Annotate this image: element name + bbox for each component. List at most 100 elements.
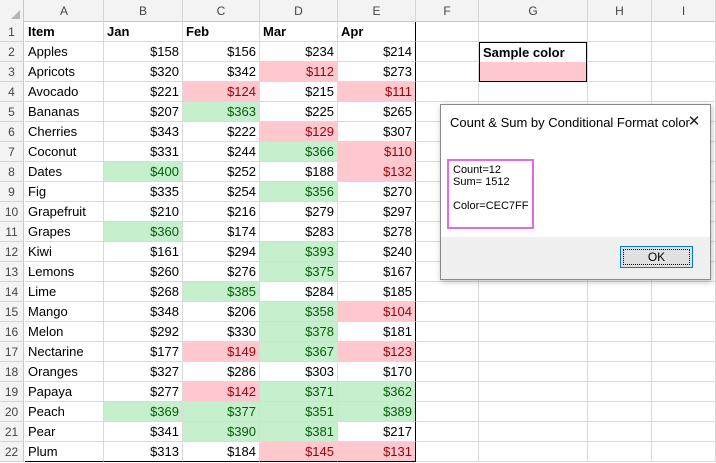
value-cell[interactable]: $129 [260, 122, 338, 142]
row-header-10[interactable]: 10 [0, 202, 24, 222]
row-header-16[interactable]: 16 [0, 322, 24, 342]
value-cell[interactable]: $216 [183, 202, 260, 222]
value-cell[interactable]: $184 [183, 442, 260, 462]
value-cell[interactable]: $149 [183, 342, 260, 362]
column-header-b[interactable]: B [104, 0, 183, 22]
empty-cell[interactable] [588, 42, 652, 62]
empty-cell[interactable] [479, 442, 588, 462]
value-cell[interactable]: $277 [104, 382, 183, 402]
value-cell[interactable]: $362 [338, 382, 416, 402]
value-cell[interactable]: $265 [338, 102, 416, 122]
column-header-g[interactable]: G [479, 0, 588, 22]
empty-cell[interactable] [652, 362, 716, 382]
value-cell[interactable]: $210 [104, 202, 183, 222]
row-header-7[interactable]: 7 [0, 142, 24, 162]
value-cell[interactable]: $307 [338, 122, 416, 142]
empty-cell[interactable] [588, 402, 652, 422]
header-cell[interactable]: Feb [183, 22, 260, 42]
value-cell[interactable]: $358 [260, 302, 338, 322]
header-cell[interactable]: Item [25, 22, 104, 42]
row-header-15[interactable]: 15 [0, 302, 24, 322]
empty-cell[interactable] [416, 42, 479, 62]
value-cell[interactable]: $244 [183, 142, 260, 162]
value-cell[interactable]: $170 [338, 362, 416, 382]
value-cell[interactable]: $320 [104, 62, 183, 82]
value-cell[interactable]: $371 [260, 382, 338, 402]
value-cell[interactable]: $360 [104, 222, 183, 242]
value-cell[interactable]: $330 [183, 322, 260, 342]
item-cell[interactable]: Mango [25, 302, 104, 322]
value-cell[interactable]: $278 [338, 222, 416, 242]
item-cell[interactable]: Dates [25, 162, 104, 182]
value-cell[interactable]: $393 [260, 242, 338, 262]
empty-cell[interactable] [652, 422, 716, 442]
empty-cell[interactable] [588, 382, 652, 402]
empty-cell[interactable] [416, 342, 479, 362]
row-header-11[interactable]: 11 [0, 222, 24, 242]
value-cell[interactable]: $177 [104, 342, 183, 362]
header-cell[interactable]: Jan [104, 22, 183, 42]
value-cell[interactable]: $356 [260, 182, 338, 202]
value-cell[interactable]: $185 [338, 282, 416, 302]
item-cell[interactable]: Kiwi [25, 242, 104, 262]
value-cell[interactable]: $234 [260, 42, 338, 62]
column-header-i[interactable]: I [652, 0, 716, 22]
value-cell[interactable]: $279 [260, 202, 338, 222]
sample-color-label[interactable]: Sample color [479, 42, 587, 63]
item-cell[interactable]: Grapefruit [25, 202, 104, 222]
header-cell[interactable]: Mar [260, 22, 338, 42]
empty-cell[interactable] [479, 382, 588, 402]
empty-cell[interactable] [588, 342, 652, 362]
empty-cell[interactable] [588, 442, 652, 462]
item-cell[interactable]: Avocado [25, 82, 104, 102]
column-header-d[interactable]: D [260, 0, 338, 22]
empty-cell[interactable] [588, 422, 652, 442]
value-cell[interactable]: $206 [183, 302, 260, 322]
item-cell[interactable]: Nectarine [25, 342, 104, 362]
value-cell[interactable]: $294 [183, 242, 260, 262]
value-cell[interactable]: $131 [338, 442, 416, 462]
item-cell[interactable]: Lemons [25, 262, 104, 282]
value-cell[interactable]: $188 [260, 162, 338, 182]
value-cell[interactable]: $331 [104, 142, 183, 162]
value-cell[interactable]: $217 [338, 422, 416, 442]
item-cell[interactable]: Fig [25, 182, 104, 202]
value-cell[interactable]: $215 [260, 82, 338, 102]
value-cell[interactable]: $145 [260, 442, 338, 462]
item-cell[interactable]: Peach [25, 402, 104, 422]
empty-cell[interactable] [416, 22, 479, 42]
row-header-21[interactable]: 21 [0, 422, 24, 442]
empty-cell[interactable] [479, 82, 588, 102]
empty-cell[interactable] [652, 22, 716, 42]
sample-color-swatch[interactable] [479, 62, 587, 82]
value-cell[interactable]: $123 [338, 342, 416, 362]
empty-cell[interactable] [479, 422, 588, 442]
empty-cell[interactable] [588, 22, 652, 42]
value-cell[interactable]: $367 [260, 342, 338, 362]
empty-cell[interactable] [652, 402, 716, 422]
item-cell[interactable]: Apricots [25, 62, 104, 82]
empty-cell[interactable] [479, 342, 588, 362]
ok-button[interactable]: OK [620, 246, 693, 268]
value-cell[interactable]: $174 [183, 222, 260, 242]
column-header-f[interactable]: F [416, 0, 479, 22]
header-cell[interactable]: Apr [338, 22, 416, 42]
value-cell[interactable]: $348 [104, 302, 183, 322]
item-cell[interactable]: Plum [25, 442, 104, 462]
item-cell[interactable]: Oranges [25, 362, 104, 382]
empty-cell[interactable] [588, 302, 652, 322]
value-cell[interactable]: $112 [260, 62, 338, 82]
value-cell[interactable]: $342 [183, 62, 260, 82]
value-cell[interactable]: $378 [260, 322, 338, 342]
value-cell[interactable]: $222 [183, 122, 260, 142]
value-cell[interactable]: $389 [338, 402, 416, 422]
value-cell[interactable]: $327 [104, 362, 183, 382]
item-cell[interactable]: Bananas [25, 102, 104, 122]
row-header-3[interactable]: 3 [0, 62, 24, 82]
empty-cell[interactable] [588, 62, 652, 82]
value-cell[interactable]: $381 [260, 422, 338, 442]
empty-cell[interactable] [416, 382, 479, 402]
value-cell[interactable]: $156 [183, 42, 260, 62]
row-header-22[interactable]: 22 [0, 442, 24, 462]
empty-cell[interactable] [652, 342, 716, 362]
